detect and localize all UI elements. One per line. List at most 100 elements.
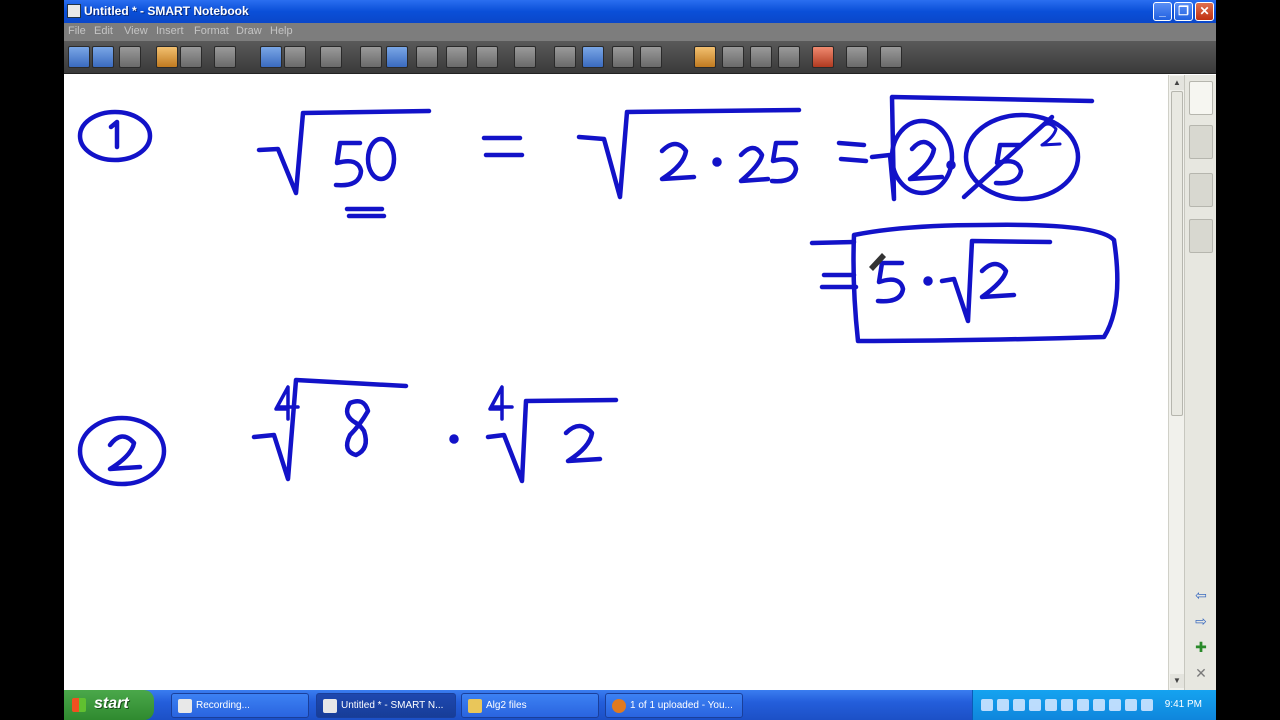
start-button[interactable]: start (64, 690, 154, 720)
menu-insert[interactable]: Insert (156, 25, 184, 37)
tray-smart-icon[interactable] (997, 699, 1009, 711)
scroll-thumb[interactable] (1171, 91, 1183, 416)
desktop-screen: Untitled * - SMART Notebook _ ❐ ✕ File E… (0, 0, 1280, 720)
folder-icon (468, 699, 482, 713)
properties-icon[interactable] (846, 46, 868, 68)
title-bar[interactable]: Untitled * - SMART Notebook _ ❐ ✕ (64, 0, 1216, 23)
close-button[interactable]: ✕ (1195, 2, 1214, 21)
whiteboard-canvas[interactable] (64, 75, 1168, 690)
menu-draw[interactable]: Draw (236, 25, 262, 37)
digit-5 (875, 260, 906, 304)
digit-0 (365, 136, 397, 182)
tray-display-icon[interactable] (1061, 699, 1073, 711)
toolbar-options-icon[interactable] (880, 46, 902, 68)
tray-update-icon[interactable] (1125, 699, 1137, 711)
redo-icon[interactable] (284, 46, 306, 68)
magic-pen-icon[interactable] (778, 46, 800, 68)
delete-page-icon[interactable]: ✕ (1191, 663, 1211, 683)
digit-2 (738, 145, 771, 184)
menu-file[interactable]: File (68, 25, 86, 37)
side-tabs-panel: ⇦ ⇨ ✚ ✕ (1184, 75, 1216, 690)
tray-bluetooth-icon[interactable] (1013, 699, 1025, 711)
radical-2 (485, 397, 619, 484)
creative-pen-icon[interactable] (612, 46, 634, 68)
digit-2 (659, 141, 697, 182)
scroll-down-arrow-icon[interactable]: ▼ (1170, 674, 1184, 688)
firefox-icon (612, 699, 626, 713)
select-icon[interactable] (554, 46, 576, 68)
digit-5 (769, 140, 799, 184)
open-icon[interactable] (156, 46, 178, 68)
index-4 (488, 385, 514, 421)
tray-security-icon[interactable] (1029, 699, 1041, 711)
recorder-icon (178, 699, 192, 713)
clock[interactable]: 9:41 PM (1165, 699, 1202, 710)
window-title: Untitled * - SMART Notebook (84, 4, 249, 18)
menu-view[interactable]: View (124, 25, 148, 37)
add-page-icon[interactable]: ✚ (1191, 637, 1211, 657)
tray-volume-icon[interactable] (1109, 699, 1121, 711)
add-page-icon[interactable] (119, 46, 141, 68)
scroll-up-arrow-icon[interactable]: ▲ (1170, 76, 1184, 90)
full-screen-icon[interactable] (386, 46, 408, 68)
equals-sign (481, 135, 525, 158)
properties-tab[interactable] (1189, 219, 1213, 253)
attachments-tab[interactable] (1189, 173, 1213, 207)
digit-5 (333, 140, 364, 188)
windows-flag-icon (72, 698, 86, 712)
system-tray: 9:41 PM (972, 690, 1216, 720)
notebook-icon (67, 4, 81, 18)
toolbar (64, 41, 1216, 74)
undo-icon[interactable] (260, 46, 282, 68)
tray-java-icon[interactable] (1045, 699, 1057, 711)
minimize-button[interactable]: _ (1153, 2, 1172, 21)
menu-bar: File Edit View Insert Format Draw Help (64, 23, 1216, 41)
page-back-icon[interactable]: ⇦ (1191, 585, 1211, 605)
circle-5-squared (963, 112, 1081, 202)
pen-icon[interactable] (582, 46, 604, 68)
document-camera-icon[interactable] (476, 46, 498, 68)
menu-format[interactable]: Format (194, 25, 229, 37)
digit-8 (344, 399, 371, 458)
screen-capture-icon[interactable] (446, 46, 468, 68)
menu-help[interactable]: Help (270, 25, 293, 37)
circle-2 (889, 118, 955, 196)
tray-network-icon[interactable] (981, 699, 993, 711)
task-recording[interactable]: Recording... (171, 693, 309, 718)
equals-sign (836, 140, 869, 164)
fill-icon[interactable] (812, 46, 834, 68)
notebook-icon (323, 699, 337, 713)
paste-icon[interactable] (214, 46, 236, 68)
text-icon[interactable] (750, 46, 772, 68)
radical-2 (939, 238, 1053, 324)
handwritten-math (77, 94, 1120, 487)
menu-edit[interactable]: Edit (94, 25, 113, 37)
task-smart-notebook[interactable]: Untitled * - SMART N... (316, 693, 456, 718)
screen-shade-icon[interactable] (360, 46, 382, 68)
task-alg2-files[interactable]: Alg2 files (461, 693, 599, 718)
maximize-button[interactable]: ❐ (1174, 2, 1193, 21)
line-icon[interactable] (722, 46, 744, 68)
digit-2 (563, 423, 603, 464)
back-icon[interactable] (68, 46, 90, 68)
shapes-icon[interactable] (694, 46, 716, 68)
digit-1 (108, 119, 120, 150)
taskbar: start Recording... Untitled * - SMART N.… (64, 690, 1216, 720)
eraser-icon[interactable] (640, 46, 662, 68)
vertical-scrollbar[interactable]: ▲ ▼ (1168, 75, 1184, 690)
equals-sign (809, 239, 859, 290)
problem-2-circle (77, 415, 167, 487)
save-icon[interactable] (180, 46, 202, 68)
page-forward-icon[interactable]: ⇨ (1191, 611, 1211, 631)
tray-power-icon[interactable] (1093, 699, 1105, 711)
dual-page-icon[interactable] (416, 46, 438, 68)
table-icon[interactable] (514, 46, 536, 68)
gallery-tab[interactable] (1189, 125, 1213, 159)
page-sorter-tab[interactable] (1189, 81, 1213, 115)
radical-50 (256, 108, 432, 196)
forward-icon[interactable] (92, 46, 114, 68)
tray-audio-icon[interactable] (1077, 699, 1089, 711)
delete-icon[interactable] (320, 46, 342, 68)
tray-misc-icon[interactable] (1141, 699, 1153, 711)
task-firefox-upload[interactable]: 1 of 1 uploaded - You... (605, 693, 743, 718)
